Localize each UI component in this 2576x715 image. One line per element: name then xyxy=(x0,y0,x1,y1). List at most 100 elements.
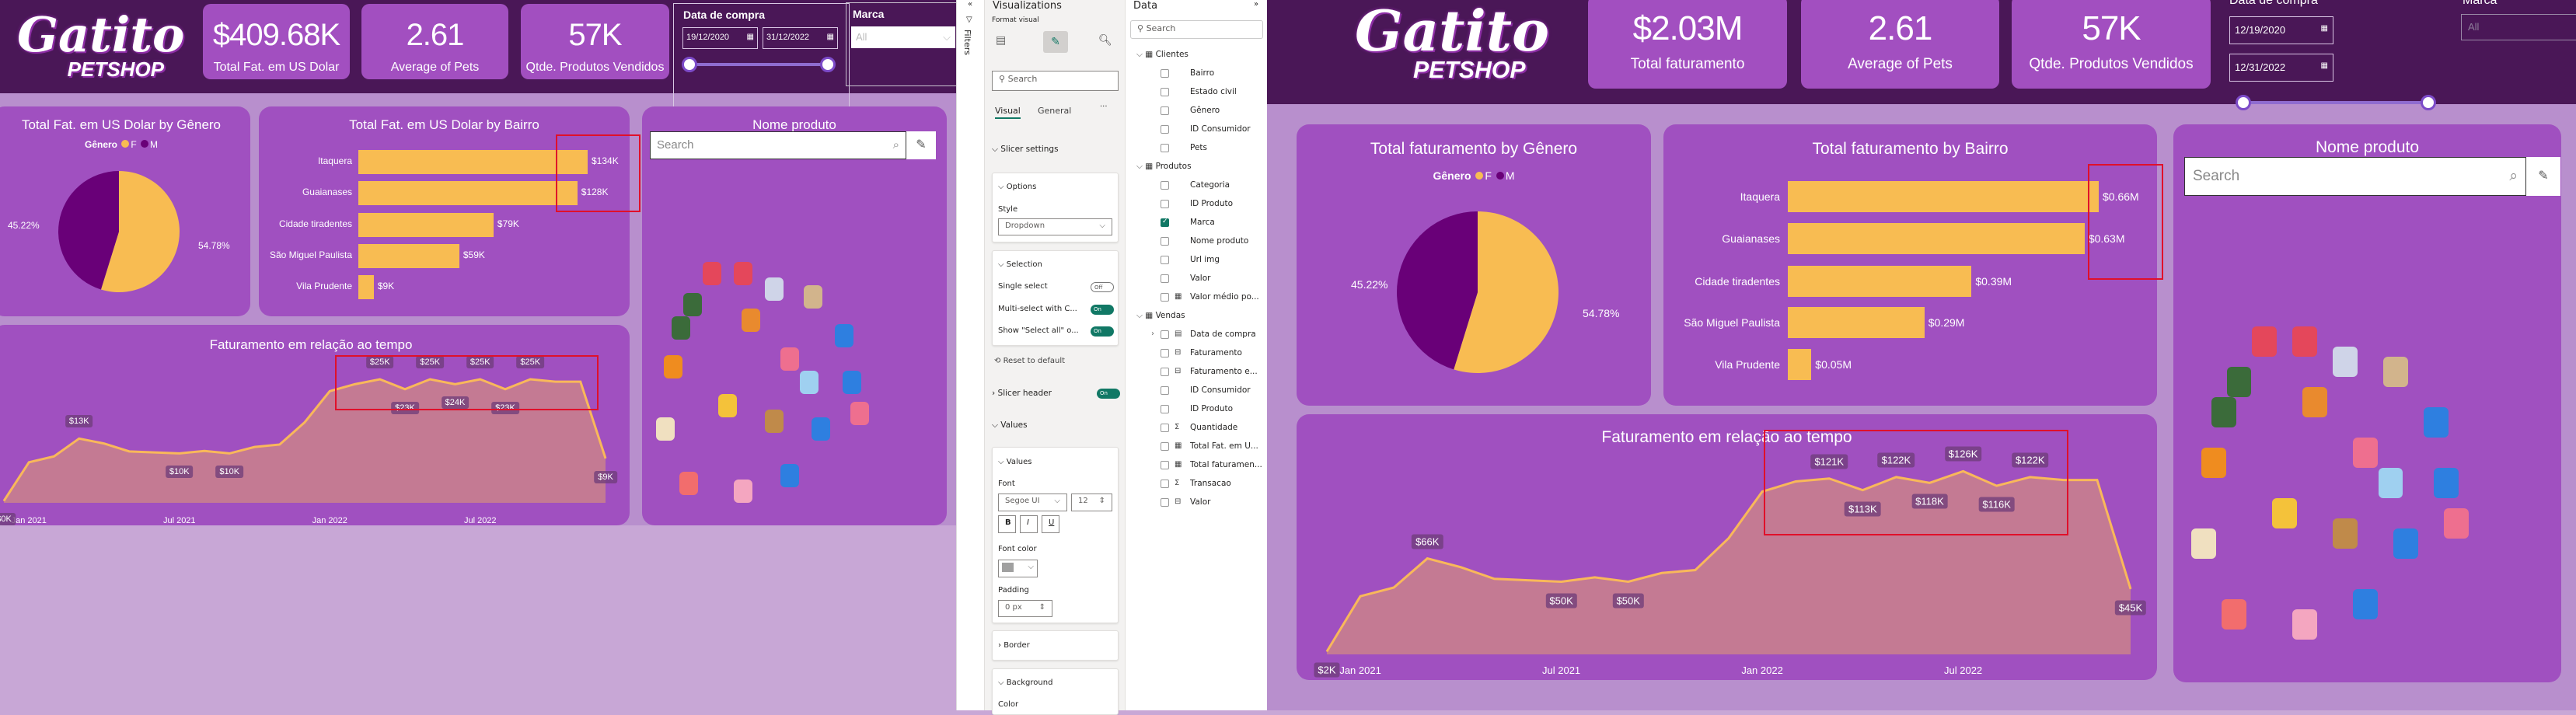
field-item[interactable]: Faturamento e... xyxy=(1190,367,1258,376)
field-checkbox[interactable] xyxy=(1161,69,1169,78)
format-search-input[interactable]: ⚲ Search xyxy=(992,71,1119,91)
style-dropdown[interactable]: Dropdown ⌵ xyxy=(998,218,1112,235)
field-checkbox[interactable] xyxy=(1161,200,1169,208)
table-vendas[interactable]: ⌵ ▦ Vendas xyxy=(1136,311,1185,321)
field-item[interactable]: Gênero xyxy=(1190,106,1220,115)
field-item[interactable]: Categoria xyxy=(1190,180,1230,190)
field-checkbox[interactable] xyxy=(1161,498,1169,507)
field-item[interactable]: Valor médio po... xyxy=(1190,292,1259,302)
field-checkbox[interactable] xyxy=(1161,368,1169,376)
font-color-picker[interactable]: ⌵ xyxy=(998,560,1038,577)
slider-start-handle[interactable] xyxy=(2236,95,2251,110)
field-item[interactable]: ID Produto xyxy=(1190,404,1233,413)
italic-button[interactable]: I xyxy=(1020,515,1038,533)
field-checkbox[interactable] xyxy=(1161,181,1169,190)
slicer-header-toggle[interactable]: On xyxy=(1097,389,1120,399)
bold-button[interactable]: B xyxy=(998,515,1016,533)
end-date-input[interactable]: 12/31/2022 ▦ xyxy=(2229,54,2333,82)
slider-end-handle[interactable] xyxy=(2421,95,2436,110)
background-header[interactable]: ⌵ Background xyxy=(998,678,1052,687)
calendar-icon[interactable]: ▦ xyxy=(827,33,834,41)
bar[interactable] xyxy=(1788,223,2085,254)
field-item[interactable]: Bairro xyxy=(1190,68,1214,78)
start-date-input[interactable]: 19/12/2020 ▦ xyxy=(682,27,758,49)
field-item[interactable]: Faturamento xyxy=(1190,348,1242,358)
field-checkbox[interactable] xyxy=(1161,386,1169,395)
bar[interactable] xyxy=(358,243,459,268)
field-item[interactable]: Quantidade xyxy=(1190,423,1237,432)
clear-selection-eraser-icon[interactable]: ✎ xyxy=(906,131,936,159)
date-range-slider[interactable] xyxy=(682,57,836,72)
filters-label[interactable]: Filters xyxy=(962,30,972,55)
field-item[interactable]: Data de compra xyxy=(1190,330,1256,339)
product-search-input[interactable]: Search ⌕ xyxy=(2184,157,2526,196)
filters-pane[interactable]: « ▽ Filters xyxy=(956,0,984,710)
bar[interactable] xyxy=(1788,349,1812,380)
field-checkbox[interactable] xyxy=(1161,461,1169,469)
table-produtos[interactable]: ⌵ ▦ Produtos xyxy=(1136,162,1192,172)
field-checkbox[interactable] xyxy=(1161,237,1169,246)
bar[interactable] xyxy=(358,180,578,205)
field-item[interactable]: Valor xyxy=(1190,497,1210,507)
field-item[interactable]: Nome produto xyxy=(1190,236,1248,246)
font-family-dropdown[interactable]: Segoe UI ⌵ xyxy=(998,494,1067,511)
reset-to-default-button[interactable]: ⟲ Reset to default xyxy=(994,357,1065,365)
font-size-stepper[interactable]: 12 ⇕ xyxy=(1071,494,1112,511)
field-checkbox[interactable] xyxy=(1161,88,1169,96)
bar[interactable] xyxy=(1788,266,1972,297)
brand-dropdown[interactable]: All ⌵ xyxy=(851,26,955,48)
underline-button[interactable]: U xyxy=(1042,515,1059,533)
field-item[interactable]: ID Produto xyxy=(1190,199,1233,208)
brand-slicer[interactable]: Marca All ⌵ xyxy=(846,2,961,86)
single-select-toggle[interactable]: Off xyxy=(1091,282,1114,292)
analytics-icon[interactable]: 🔍︎ xyxy=(1098,34,1112,47)
selection-header[interactable]: ⌵ Selection xyxy=(998,260,1042,269)
brand-slicer[interactable]: Marca All xyxy=(2461,0,2576,48)
border-header[interactable]: › Border xyxy=(998,641,1030,650)
field-checkbox[interactable] xyxy=(1161,256,1169,264)
field-checkbox[interactable] xyxy=(1161,480,1169,488)
field-checkbox[interactable] xyxy=(1161,442,1169,451)
field-item[interactable]: Transacao xyxy=(1190,479,1231,488)
bar[interactable] xyxy=(358,274,374,299)
data-search-input[interactable]: ⚲ Search xyxy=(1130,20,1263,39)
field-checkbox[interactable] xyxy=(1161,405,1169,413)
product-search-input[interactable]: Search ⌕ xyxy=(650,131,906,159)
bar[interactable] xyxy=(1788,181,2099,212)
start-date-input[interactable]: 12/19/2020 ▦ xyxy=(2229,16,2333,44)
field-item[interactable]: ID Consumidor xyxy=(1190,385,1251,395)
field-checkbox[interactable] xyxy=(1161,330,1169,339)
field-checkbox[interactable] xyxy=(1161,125,1169,134)
brand-dropdown[interactable]: All xyxy=(2461,14,2576,40)
calendar-icon[interactable]: ▦ xyxy=(2321,24,2328,33)
field-item[interactable]: Pets xyxy=(1190,143,1207,152)
padding-stepper[interactable]: 0 px ⇕ xyxy=(998,600,1052,617)
slider-end-handle[interactable] xyxy=(820,57,836,72)
format-visual-icon[interactable]: ✎ xyxy=(1043,31,1068,53)
bar[interactable] xyxy=(1788,307,1925,338)
field-item[interactable]: Valor xyxy=(1190,274,1210,283)
slicer-header-section[interactable]: › Slicer header xyxy=(992,389,1052,398)
slider-start-handle[interactable] xyxy=(682,57,697,72)
field-item[interactable]: ID Consumidor xyxy=(1190,124,1251,134)
calendar-icon[interactable]: ▦ xyxy=(2321,61,2328,70)
more-options-icon[interactable]: ··· xyxy=(1100,103,1108,111)
multi-select-toggle[interactable]: On xyxy=(1091,305,1114,315)
stepper-icon[interactable]: ⇕ xyxy=(1099,497,1105,505)
options-header[interactable]: ⌵ Options xyxy=(998,183,1036,191)
table-clientes[interactable]: ⌵ ▦ Clientes xyxy=(1136,50,1189,60)
field-item[interactable]: Marca xyxy=(1190,218,1215,227)
field-item[interactable]: Total Fat. em U... xyxy=(1190,441,1258,451)
end-date-input[interactable]: 31/12/2022 ▦ xyxy=(763,27,838,49)
tab-general[interactable]: General xyxy=(1038,106,1071,116)
tab-visual[interactable]: Visual xyxy=(995,106,1021,119)
values-section[interactable]: ⌵ Values xyxy=(992,420,1028,431)
field-item[interactable]: Url img xyxy=(1190,255,1220,264)
values-header[interactable]: ⌵ Values xyxy=(998,458,1031,466)
slicer-settings-section[interactable]: ⌵ Slicer settings xyxy=(992,145,1059,155)
build-visual-icon[interactable]: ▤ xyxy=(996,34,1006,47)
field-checkbox[interactable] xyxy=(1161,144,1169,152)
stepper-icon[interactable]: ⇕ xyxy=(1039,603,1045,612)
field-checkbox[interactable] xyxy=(1161,106,1169,115)
field-checkbox[interactable] xyxy=(1161,424,1169,432)
